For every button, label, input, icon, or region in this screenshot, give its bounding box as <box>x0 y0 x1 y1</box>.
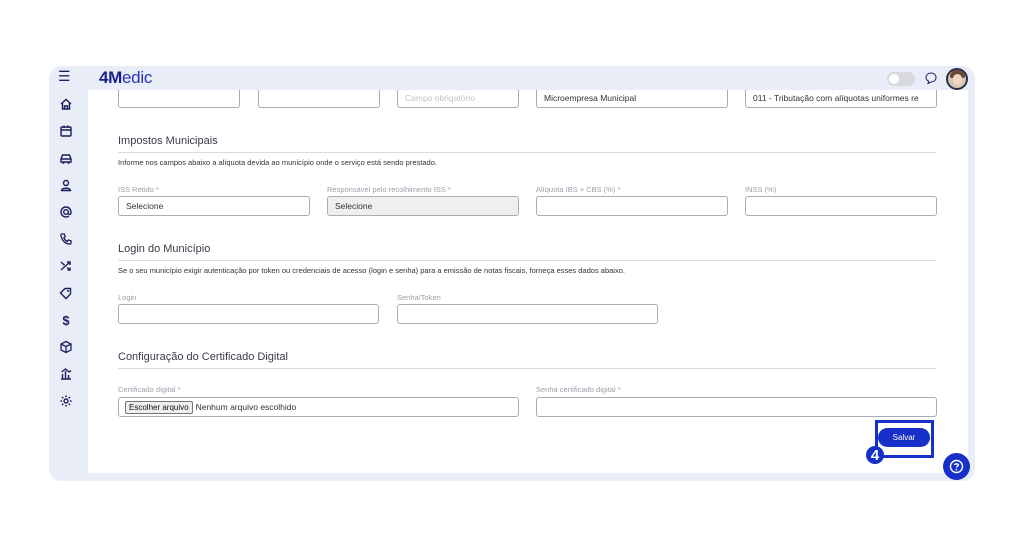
user-icon[interactable] <box>58 177 74 193</box>
help-icon <box>949 459 964 474</box>
sidebar: $ <box>49 90 87 481</box>
form-panel: Campo obrigatório Microempresa Municipal… <box>88 90 968 473</box>
section-description-impostos: Informe nos campos abaixo a alíquota dev… <box>118 158 437 167</box>
login-label: Login <box>118 293 137 302</box>
at-icon[interactable] <box>58 204 74 220</box>
certificado-file-input[interactable]: Escolher arquivo Nenhum arquivo escolhid… <box>118 397 519 417</box>
top-field-5[interactable]: 011 - Tributação com alíquotas uniformes… <box>745 90 937 108</box>
phone-icon[interactable] <box>58 231 74 247</box>
shuffle-icon[interactable] <box>58 258 74 274</box>
avatar[interactable] <box>946 68 968 90</box>
aliquota-ibs-label: Alíquota IBS + CBS (%) * <box>536 185 621 194</box>
top-field-3[interactable]: Campo obrigatório <box>397 90 519 108</box>
top-field-2[interactable] <box>258 90 380 108</box>
inss-label: INSS (%) <box>745 185 777 194</box>
logo-bold: 4M <box>99 68 123 87</box>
step-number-badge: 4 <box>866 446 884 464</box>
theme-toggle[interactable] <box>887 72 915 86</box>
senha-certificado-input[interactable] <box>536 397 937 417</box>
top-field-4[interactable]: Microempresa Municipal <box>536 90 728 108</box>
section-divider <box>118 260 936 261</box>
box-icon[interactable] <box>58 339 74 355</box>
chat-icon[interactable] <box>924 71 938 85</box>
tag-icon[interactable] <box>58 285 74 301</box>
file-status: Nenhum arquivo escolhido <box>195 402 297 412</box>
responsavel-iss-select[interactable]: Selecione <box>327 196 519 216</box>
section-title-certificado: Configuração do Certificado Digital <box>118 351 288 363</box>
section-divider <box>118 152 936 153</box>
hamburger-menu-icon[interactable]: ☰ <box>58 69 72 83</box>
gear-icon[interactable] <box>58 393 74 409</box>
senha-certificado-label: Senha certificado digital * <box>536 385 621 394</box>
section-description-login: Se o seu município exigir autenticação p… <box>118 266 625 275</box>
avatar-face <box>953 74 962 85</box>
token-input[interactable] <box>397 304 658 324</box>
calendar-icon[interactable] <box>58 123 74 139</box>
token-label: Senha/Token <box>397 293 441 302</box>
help-button[interactable] <box>943 453 970 480</box>
iss-retido-label: ISS Retido * <box>118 185 159 194</box>
aliquota-ibs-input[interactable] <box>536 196 728 216</box>
home-icon[interactable] <box>58 96 74 112</box>
chart-icon[interactable] <box>58 366 74 382</box>
app-logo[interactable]: 4Medic <box>99 68 152 88</box>
login-input[interactable] <box>118 304 379 324</box>
section-title-login: Login do Município <box>118 243 211 255</box>
dollar-icon[interactable]: $ <box>58 312 74 328</box>
iss-retido-select[interactable]: Selecione <box>118 196 310 216</box>
responsavel-iss-label: Responsável pelo recolhimento ISS * <box>327 185 451 194</box>
top-bar: ☰ 4Medic <box>49 66 975 90</box>
top-field-1[interactable] <box>118 90 240 108</box>
app-frame: ☰ 4Medic $ Campo obrigatório Microempres… <box>49 66 975 481</box>
choose-file-button[interactable]: Escolher arquivo <box>125 400 193 414</box>
section-title-impostos: Impostos Municipais <box>118 135 218 147</box>
section-divider <box>118 368 936 369</box>
car-icon[interactable] <box>58 150 74 166</box>
inss-input[interactable] <box>745 196 937 216</box>
step-highlight-box <box>875 420 934 458</box>
certificado-label: Certificado digital * <box>118 385 181 394</box>
logo-rest: edic <box>122 68 153 87</box>
